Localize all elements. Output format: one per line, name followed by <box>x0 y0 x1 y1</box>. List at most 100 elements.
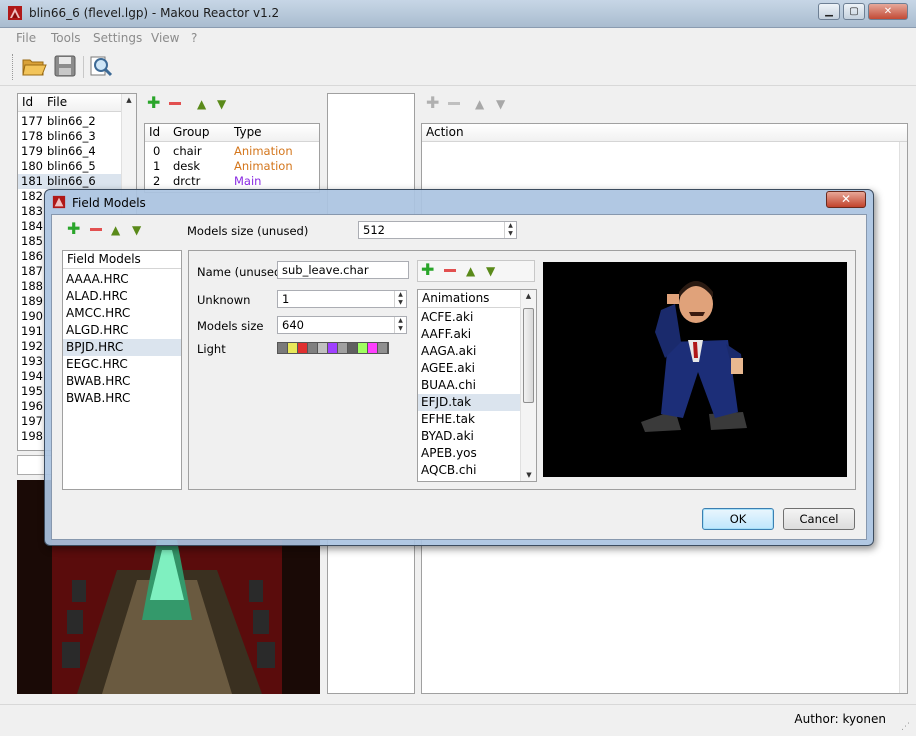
field-model-item[interactable]: BWAB.HRC <box>63 373 181 390</box>
cancel-button[interactable]: Cancel <box>783 508 855 530</box>
group-id: 0 <box>153 144 161 158</box>
light-swatch[interactable] <box>378 343 388 353</box>
save-icon[interactable] <box>52 53 78 79</box>
model-up-icon[interactable]: ▲ <box>111 223 120 237</box>
animation-item[interactable]: AQCB.chi <box>418 462 520 479</box>
models-size-label: Models size <box>197 319 264 333</box>
light-swatch[interactable] <box>288 343 298 353</box>
spin-up-icon[interactable]: ▲ <box>395 317 406 325</box>
menu-settings[interactable]: Settings <box>93 31 142 45</box>
spin-up-icon[interactable]: ▲ <box>505 222 516 230</box>
remove-animation-icon[interactable] <box>444 269 456 272</box>
scroll-up-icon[interactable]: ▲ <box>521 292 536 300</box>
field-model-item[interactable]: BPJD.HRC <box>63 339 181 356</box>
animation-item[interactable]: ACFE.aki <box>418 309 520 326</box>
group-row[interactable]: 1 desk Animation <box>145 159 319 174</box>
file-list-file-header[interactable]: File <box>47 94 67 111</box>
models-size-unused-input[interactable]: 512 ▲ ▼ <box>358 221 517 239</box>
search-icon[interactable] <box>88 53 114 79</box>
maximize-button[interactable]: ▢ <box>843 3 865 20</box>
animation-item[interactable]: EFJD.tak <box>418 394 520 411</box>
move-down-icon[interactable]: ▼ <box>217 97 226 111</box>
file-list-id-header[interactable]: Id <box>22 94 33 111</box>
group-row[interactable]: 2 drctr Main <box>145 174 319 189</box>
file-list-row[interactable]: 177 blin66_2 <box>18 114 136 129</box>
actions-scrollbar[interactable] <box>899 142 907 693</box>
unknown-input[interactable]: 1 ▲ ▼ <box>277 290 407 308</box>
light-color-swatches[interactable] <box>277 342 389 354</box>
field-models-header: Field Models <box>63 251 181 269</box>
menu-file[interactable]: File <box>16 31 36 45</box>
file-list-row[interactable]: 181 blin66_6 <box>18 174 136 189</box>
animation-up-icon[interactable]: ▲ <box>466 264 475 278</box>
action-up-icon[interactable]: ▲ <box>475 97 484 111</box>
dialog-close-button[interactable]: ✕ <box>826 191 866 208</box>
menu-tools[interactable]: Tools <box>51 31 81 45</box>
action-down-icon[interactable]: ▼ <box>496 97 505 111</box>
animation-down-icon[interactable]: ▼ <box>486 264 495 278</box>
menu-view[interactable]: View <box>151 31 179 45</box>
animation-item[interactable]: EFHE.tak <box>418 411 520 428</box>
resize-grip-icon[interactable]: ⋰ <box>901 721 913 733</box>
scrollbar-thumb[interactable] <box>523 308 534 403</box>
add-group-icon[interactable]: ✚ <box>147 95 160 111</box>
spin-down-icon[interactable]: ▼ <box>395 299 406 307</box>
field-model-item[interactable]: EEGC.HRC <box>63 356 181 373</box>
light-swatch[interactable] <box>358 343 368 353</box>
animations-list: Animations ACFE.aki AAFF.aki AAGA.aki AGEE.… <box>417 289 537 482</box>
field-model-item[interactable]: AMCC.HRC <box>63 305 181 322</box>
actions-header[interactable]: Action <box>422 124 907 142</box>
spin-up-icon[interactable]: ▲ <box>395 291 406 299</box>
name-input[interactable]: sub_leave.char <box>277 261 409 279</box>
field-model-item[interactable]: AAAA.HRC <box>63 271 181 288</box>
add-animation-icon[interactable]: ✚ <box>421 262 434 278</box>
file-id: 187 <box>21 264 43 278</box>
animation-item[interactable]: BUAA.chi <box>418 377 520 394</box>
group-type: Main <box>234 174 262 188</box>
field-model-item[interactable]: ALGD.HRC <box>63 322 181 339</box>
menu-help[interactable]: ? <box>191 31 197 45</box>
remove-model-icon[interactable] <box>90 228 102 231</box>
light-swatch[interactable] <box>298 343 308 353</box>
minimize-button[interactable]: ▁ <box>818 3 840 20</box>
model-down-icon[interactable]: ▼ <box>132 223 141 237</box>
remove-action-icon[interactable] <box>448 102 460 105</box>
add-model-icon[interactable]: ✚ <box>67 221 80 237</box>
light-swatch[interactable] <box>338 343 348 353</box>
models-size-input[interactable]: 640 ▲ ▼ <box>277 316 407 334</box>
animations-scrollbar[interactable]: ▲ ▼ <box>520 290 536 481</box>
field-model-item[interactable]: ALAD.HRC <box>63 288 181 305</box>
light-swatch[interactable] <box>328 343 338 353</box>
move-up-icon[interactable]: ▲ <box>197 97 206 111</box>
animation-item[interactable]: AGEE.aki <box>418 360 520 377</box>
remove-group-icon[interactable] <box>169 102 181 105</box>
field-model-item[interactable]: BWAB.HRC <box>63 390 181 407</box>
ok-button[interactable]: OK <box>702 508 774 530</box>
spin-down-icon[interactable]: ▼ <box>505 230 516 238</box>
light-swatch[interactable] <box>308 343 318 353</box>
models-size-spinner[interactable]: ▲ ▼ <box>394 317 406 333</box>
close-button[interactable]: ✕ <box>868 3 908 20</box>
add-action-icon[interactable]: ✚ <box>426 95 439 111</box>
scroll-down-icon[interactable]: ▼ <box>521 471 536 479</box>
file-list-row[interactable]: 178 blin66_3 <box>18 129 136 144</box>
file-list-row[interactable]: 180 blin66_5 <box>18 159 136 174</box>
animation-item[interactable]: BYAD.aki <box>418 428 520 445</box>
unknown-spinner[interactable]: ▲ ▼ <box>394 291 406 307</box>
light-swatch[interactable] <box>368 343 378 353</box>
animation-item[interactable]: AAGA.aki <box>418 343 520 360</box>
group-row[interactable]: 0 chair Animation <box>145 144 319 159</box>
light-swatch[interactable] <box>278 343 288 353</box>
scroll-up-icon[interactable]: ▲ <box>122 96 136 104</box>
spin-down-icon[interactable]: ▼ <box>395 325 406 333</box>
file-list-row[interactable]: 179 blin66_4 <box>18 144 136 159</box>
groups-group-header[interactable]: Group <box>173 124 210 141</box>
animation-item[interactable]: APEB.yos <box>418 445 520 462</box>
light-swatch[interactable] <box>318 343 328 353</box>
open-folder-icon[interactable] <box>21 53 47 79</box>
groups-id-header[interactable]: Id <box>149 124 160 141</box>
light-swatch[interactable] <box>348 343 358 353</box>
models-size-unused-spinner[interactable]: ▲ ▼ <box>504 222 516 238</box>
groups-type-header[interactable]: Type <box>234 124 262 141</box>
animation-item[interactable]: AAFF.aki <box>418 326 520 343</box>
